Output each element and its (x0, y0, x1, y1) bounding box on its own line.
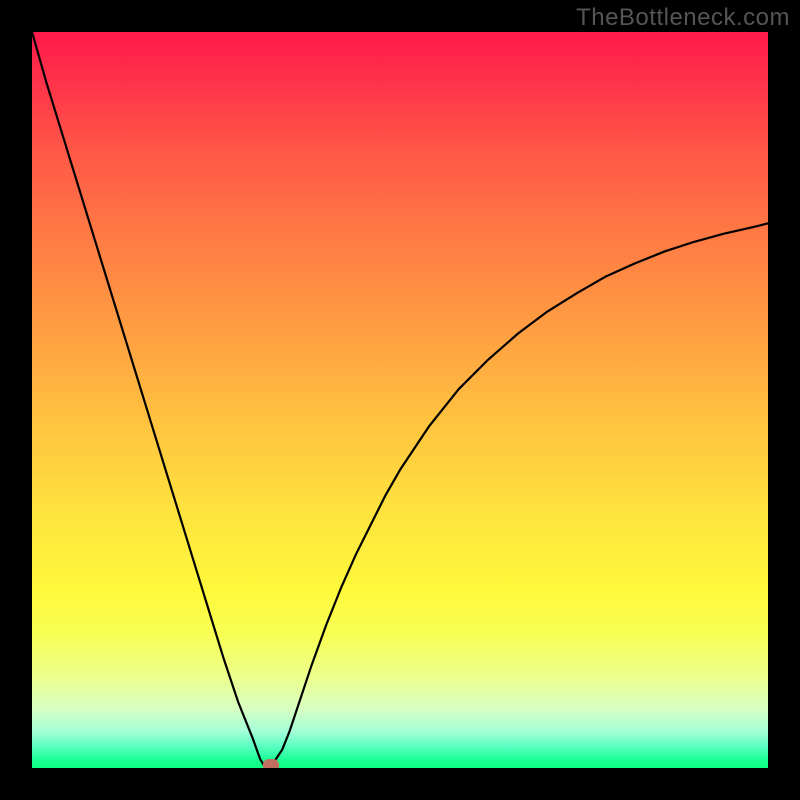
chart-container: TheBottleneck.com (0, 0, 800, 800)
optimum-marker (263, 759, 279, 768)
bottleneck-curve (32, 32, 768, 768)
plot-area (32, 32, 768, 768)
watermark-text: TheBottleneck.com (576, 4, 790, 32)
